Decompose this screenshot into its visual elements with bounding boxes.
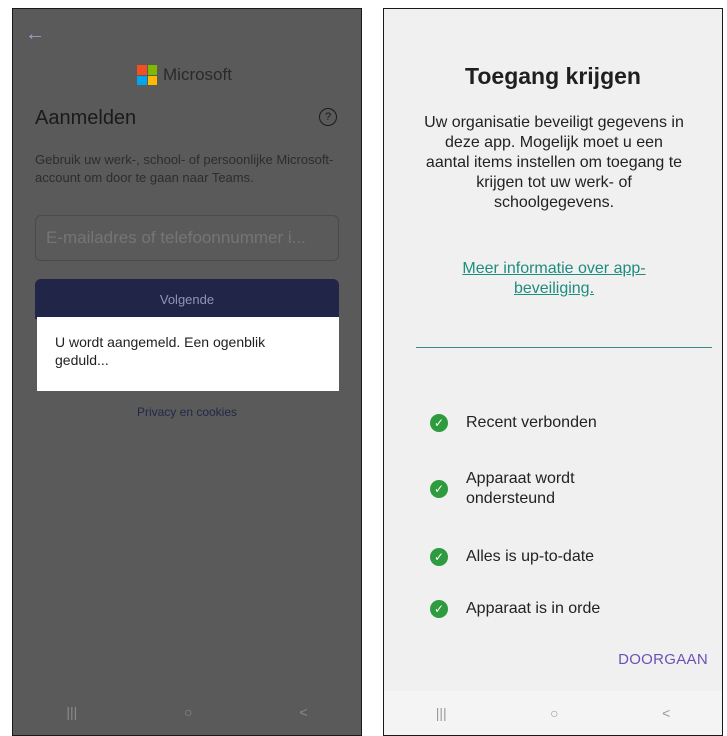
check-item: ✓ Apparaat wordt ondersteund [430, 469, 616, 509]
privacy-link[interactable]: Privacy en cookies [13, 405, 361, 419]
check-label: Alles is up-to-date [466, 548, 595, 565]
dialog-text: U wordt aangemeld. Een ogenblik geduld..… [55, 334, 266, 368]
access-description: Uw organisatie beveiligt gegevens in dez… [424, 114, 684, 211]
learn-more-link[interactable]: Meer informatie over app-beveiliging. [424, 259, 684, 299]
android-navbar: ||| ○ < [384, 691, 722, 735]
left-phone-screen: ← Microsoft Aanmelden ? Gebruik uw werk-… [12, 8, 362, 736]
back-arrow-icon[interactable]: ← [25, 23, 45, 46]
recent-apps-icon[interactable]: ||| [66, 704, 77, 720]
check-item: ✓ Apparaat is in orde [430, 599, 600, 619]
page-title: Toegang krijgen [465, 63, 641, 89]
home-icon[interactable]: ○ [550, 705, 558, 721]
email-input[interactable] [35, 215, 339, 261]
help-icon[interactable]: ? [319, 108, 337, 126]
checkmark-icon: ✓ [430, 548, 448, 566]
check-label: Recent verbonden [466, 414, 597, 431]
continue-button[interactable]: DOORGAAN [618, 651, 708, 668]
brand-name: Microsoft [163, 65, 232, 84]
recent-apps-icon[interactable]: ||| [436, 705, 447, 721]
check-label: Apparaat wordt ondersteund [466, 470, 575, 507]
checkmark-icon: ✓ [430, 414, 448, 432]
back-icon[interactable]: < [299, 704, 307, 720]
right-phone-screen: Toegang krijgen Uw organisatie beveiligt… [383, 8, 723, 736]
check-item: ✓ Alles is up-to-date [430, 547, 594, 567]
check-label: Apparaat is in orde [466, 600, 601, 617]
divider [416, 347, 712, 348]
home-icon[interactable]: ○ [184, 704, 192, 720]
back-icon[interactable]: < [662, 705, 670, 721]
checkmark-icon: ✓ [430, 480, 448, 498]
checkmark-icon: ✓ [430, 600, 448, 618]
android-navbar: ||| ○ < [13, 689, 361, 735]
signin-description: Gebruik uw werk-, school- of persoonlijk… [35, 152, 334, 185]
microsoft-header: Microsoft [137, 65, 232, 85]
signing-in-dialog: U wordt aangemeld. Een ogenblik geduld..… [37, 317, 339, 391]
next-button[interactable]: Volgende [35, 279, 339, 319]
microsoft-logo-icon [137, 65, 157, 85]
check-item: ✓ Recent verbonden [430, 413, 597, 433]
page-title: Aanmelden [35, 107, 137, 129]
